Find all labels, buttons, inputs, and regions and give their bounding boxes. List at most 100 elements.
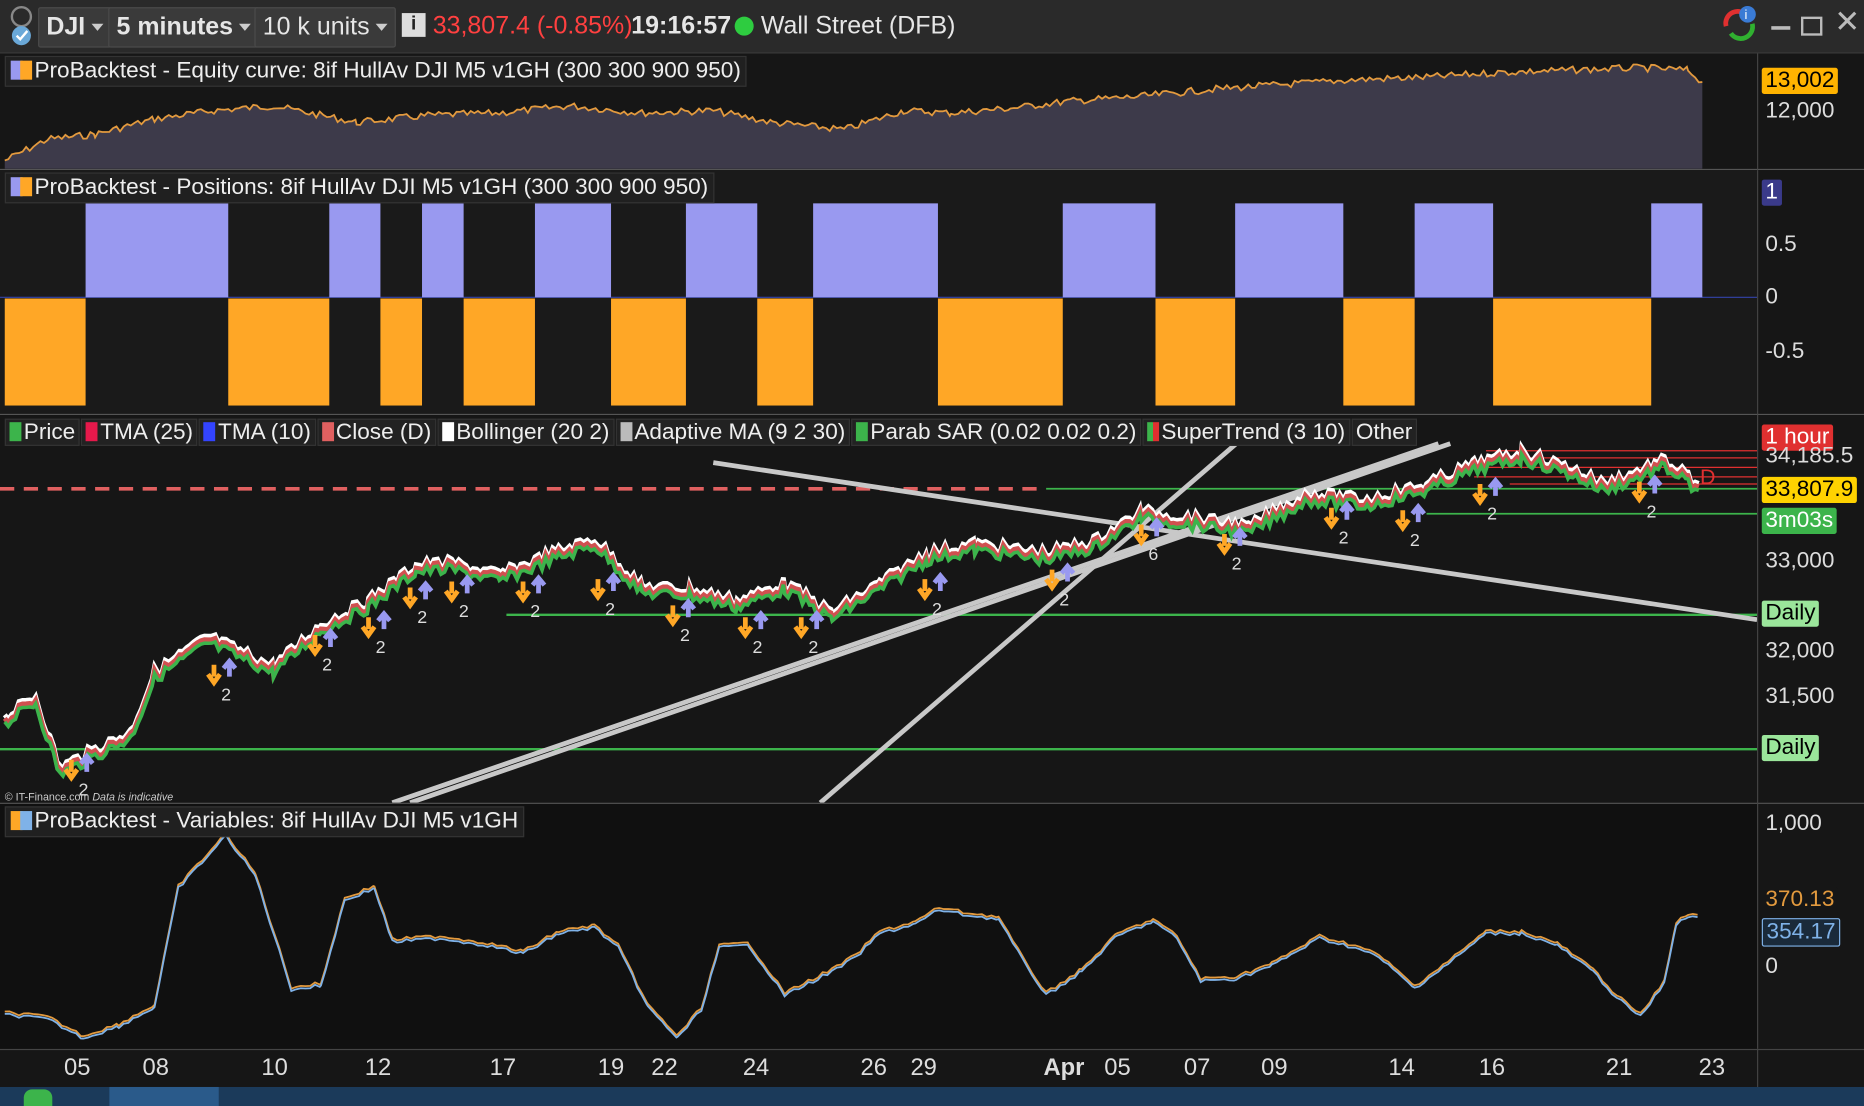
buy-arrow-icon — [376, 609, 392, 630]
sync-icon[interactable]: i — [1719, 5, 1759, 43]
symbol-dropdown[interactable]: DJI — [38, 7, 112, 48]
info-icon[interactable]: i — [401, 13, 426, 37]
price-chart: 22222 2 2 222 22 26 22 22 2 D — [0, 440, 1758, 803]
sell-arrow-icon — [206, 664, 222, 687]
sell-arrow-icon — [737, 617, 754, 640]
long-position-bar — [534, 203, 612, 298]
trade-count-label: 2 — [808, 637, 818, 657]
restore-icon[interactable] — [1801, 16, 1823, 36]
trade-count-label: 2 — [1410, 530, 1420, 550]
units-dropdown[interactable]: 10 k units — [254, 7, 396, 48]
trade-count-label: 2 — [1646, 501, 1656, 521]
trade-count-label: 2 — [605, 599, 615, 619]
sell-arrow-icon — [443, 581, 460, 604]
taskbar-button[interactable] — [109, 1086, 219, 1106]
legend-parab-sar[interactable]: Parab SAR (0.02 0.02 0.2) — [851, 418, 1142, 446]
units-label: 10 k units — [262, 13, 370, 41]
time-axis-label: 12 — [364, 1054, 392, 1082]
watermark-note: Data is indicative — [92, 790, 174, 803]
trade-count-label: 2 — [1232, 554, 1242, 574]
variables-axis: 1,000 370.13 354.17 0 — [1757, 803, 1864, 1049]
time-axis-label: 22 — [651, 1054, 678, 1082]
legend-label: Adaptive MA (9 2 30) — [634, 419, 846, 445]
variables-axis-label: 0 — [1765, 953, 1778, 979]
long-position-bar — [85, 203, 229, 298]
positions-axis-label: -0.5 — [1765, 338, 1805, 364]
time-axis-label: 10 — [261, 1054, 288, 1082]
short-position-bar — [1155, 298, 1236, 406]
legend-label: Price — [23, 419, 76, 445]
timeframe-dropdown[interactable]: 5 minutes — [108, 7, 260, 48]
variable-tag-2: 354.17 — [1761, 918, 1841, 947]
long-position-bar — [1414, 203, 1494, 298]
legend-swatch-icon — [9, 422, 22, 442]
sell-arrow-icon — [793, 617, 810, 640]
time-axis-label: 19 — [597, 1054, 625, 1082]
timeframe-label: 5 minutes — [116, 13, 234, 41]
short-position-bar — [757, 298, 814, 406]
trade-count-label: 2 — [322, 655, 332, 675]
short-position-bar — [1343, 298, 1415, 406]
time-axis: 05 08 10 12 17 19 22 24 26 29 Apr 05 07 09 14 16 21 23 — [0, 1048, 1758, 1089]
last-price-tag: 33,807.9 — [1761, 476, 1857, 504]
equity-last-tag: 13,002 — [1761, 67, 1839, 94]
legend-other[interactable]: Other — [1351, 418, 1418, 446]
equity-axis-label: 12,000 — [1765, 98, 1835, 124]
sell-arrow-icon — [590, 579, 606, 602]
long-position-bar — [1062, 203, 1156, 298]
close-icon[interactable]: ✕ — [1834, 2, 1860, 40]
legend-label: TMA (25) — [100, 419, 194, 445]
trade-count-label: 2 — [459, 601, 469, 621]
legend-supertrend[interactable]: SuperTrend (3 10) — [1142, 418, 1350, 446]
last-price: 33,807.4 (-0.85%) — [432, 11, 633, 40]
long-position-bar — [422, 203, 464, 298]
positions-panel-title: ProBacktest - Positions: 8if HullAv DJI … — [4, 172, 715, 204]
legend-tma25[interactable]: TMA (25) — [81, 418, 198, 446]
legend-bollinger[interactable]: Bollinger (20 2) — [437, 418, 615, 446]
long-position-bar — [1651, 203, 1703, 298]
chevron-down-icon — [91, 24, 104, 32]
variables-chart — [4, 830, 1698, 1040]
long-position-bar — [1235, 203, 1344, 298]
positions-panel: ProBacktest - Positions: 8if HullAv DJI … — [0, 170, 1758, 416]
trade-count-label: 2 — [1487, 504, 1497, 524]
short-position-bar — [611, 298, 686, 406]
taskbar — [0, 1086, 1864, 1106]
trade-count-label: 2 — [680, 625, 690, 645]
buy-arrow-icon — [322, 627, 339, 647]
trade-count-label: 6 — [1148, 544, 1158, 564]
buy-arrow-icon — [221, 657, 238, 677]
legend-swatch-icon — [85, 422, 98, 442]
equity-axis: 13,002 12,000 — [1757, 53, 1864, 171]
trade-count-label: 2 — [932, 599, 942, 619]
legend-close-d[interactable]: Close (D) — [316, 418, 437, 446]
minimize-icon[interactable] — [1771, 26, 1791, 30]
time-axis-label: 09 — [1261, 1054, 1288, 1082]
time-axis-label: 23 — [1698, 1054, 1726, 1082]
time-axis-label: 29 — [910, 1054, 937, 1082]
price-axis-label: 33,000 — [1765, 548, 1835, 574]
buy-arrow-icon — [417, 580, 434, 600]
time-axis-label: 16 — [1478, 1054, 1506, 1082]
symbol-label: DJI — [46, 13, 86, 41]
short-position-bar — [228, 298, 330, 406]
time-axis-label: 07 — [1183, 1054, 1211, 1082]
taskbar-app-icon[interactable] — [23, 1089, 53, 1106]
trading-app: DJI 5 minutes 10 k units i 33,807.4 (-0.… — [0, 0, 1864, 1106]
daily-tag: Daily — [1761, 600, 1820, 627]
time-axis-label: 05 — [64, 1054, 91, 1082]
price-legend: Price TMA (25) TMA (10) Close (D) Bollinger … — [4, 417, 1419, 447]
variables-panel: ProBacktest - Variables: 8if HullAv DJI … — [0, 803, 1758, 1049]
time-axis-label: 24 — [742, 1054, 770, 1082]
legend-adaptive-ma[interactable]: Adaptive MA (9 2 30) — [615, 418, 851, 446]
long-position-bar — [329, 203, 381, 298]
legend-price[interactable]: Price — [4, 418, 81, 446]
buy-arrow-icon — [530, 574, 547, 594]
variable-tag-1: 370.13 — [1761, 887, 1839, 914]
buy-arrow-icon — [1647, 474, 1663, 494]
legend-swatch-icon — [20, 177, 33, 197]
positions-axis: 1 0.5 0 -0.5 — [1757, 170, 1864, 416]
legend-tma10[interactable]: TMA (10) — [199, 418, 316, 446]
price-axis-label: 31,500 — [1765, 683, 1835, 709]
trade-count-label: 2 — [417, 607, 427, 627]
